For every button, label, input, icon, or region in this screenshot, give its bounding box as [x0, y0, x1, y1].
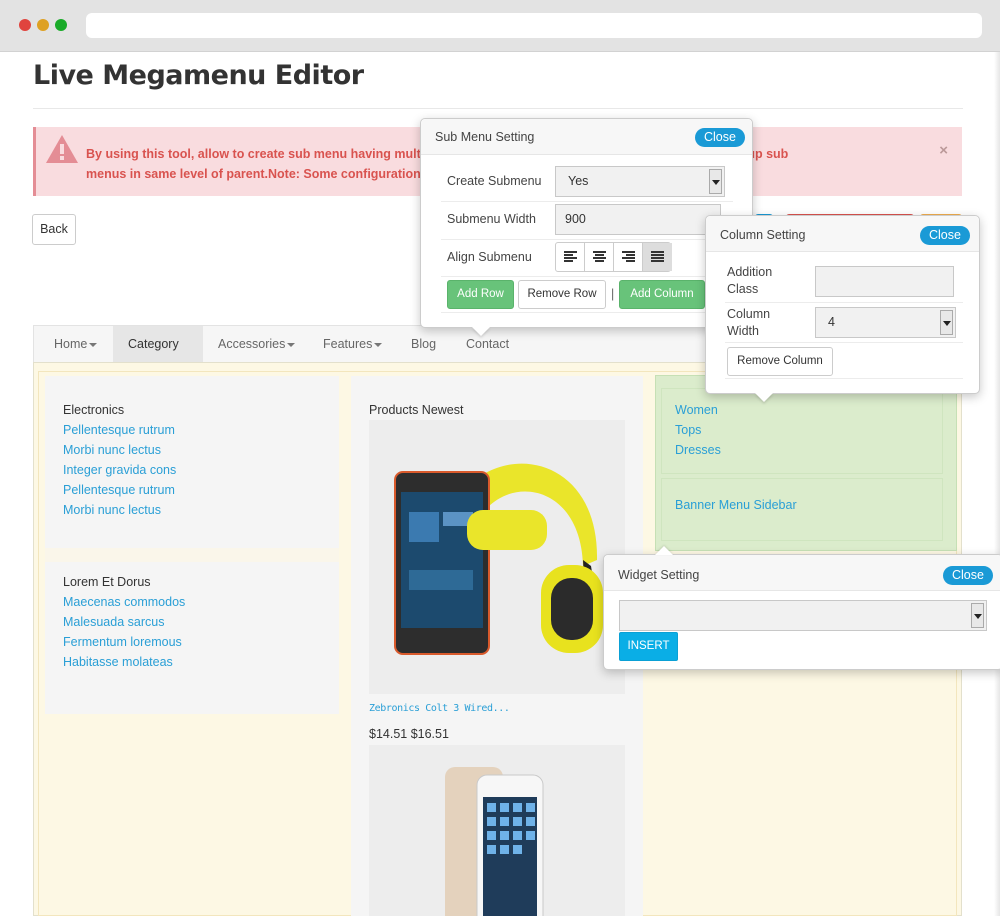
nav-label: Home	[54, 337, 88, 351]
nav-label: Category	[128, 337, 179, 351]
align-justify-icon[interactable]	[643, 243, 672, 271]
alert-line2: menus in same level of parent.Note: Some…	[86, 167, 421, 181]
row-divider	[441, 201, 733, 202]
select-value: Yes	[568, 174, 589, 188]
panel-title: Widget Setting	[618, 568, 700, 582]
window-edge	[994, 52, 1000, 916]
column-width-select[interactable]: 4	[815, 307, 956, 338]
widget-select[interactable]	[619, 600, 987, 631]
nav-item-category[interactable]: Category	[113, 326, 203, 383]
align-submenu-label: Align Submenu	[447, 250, 532, 264]
nav-label: Contact	[466, 337, 510, 351]
caret-down-icon	[374, 342, 383, 347]
row-divider	[725, 302, 963, 303]
panel-header: Sub Menu Setting Close	[421, 119, 752, 155]
menu-link[interactable]: Fermentum loremous	[63, 635, 182, 649]
popover-arrow	[472, 327, 490, 336]
product-price: $14.51 $16.51	[369, 727, 449, 741]
align-left-icon[interactable]	[556, 243, 585, 271]
addition-class-label: Addition Class	[727, 264, 772, 298]
menu-link[interactable]: Tops	[675, 423, 701, 437]
chevron-down-icon[interactable]	[709, 169, 722, 194]
row-divider	[725, 378, 963, 379]
label-line: Column	[727, 307, 771, 321]
browser-chrome	[0, 0, 1000, 52]
popover-arrow	[655, 546, 673, 555]
menu-link[interactable]: Integer gravida cons	[63, 463, 176, 477]
row-divider	[441, 276, 733, 277]
column-width-label: Column Width	[727, 306, 770, 340]
row-divider	[725, 342, 963, 343]
nav-item-blog[interactable]: Blog	[396, 326, 451, 362]
product-image-iphone[interactable]	[369, 745, 625, 916]
column-heading: Products Newest	[369, 403, 464, 417]
alert-line1: By using this tool, allow to create sub …	[86, 147, 421, 161]
close-button[interactable]: Close	[920, 226, 970, 245]
label-line: Class	[727, 282, 759, 296]
page-title: Live Megamenu Editor	[33, 60, 364, 91]
menu-link[interactable]: Pellentesque rutrum	[63, 423, 175, 437]
align-right-icon[interactable]	[614, 243, 643, 271]
insert-widget-button[interactable]: INSERT	[619, 632, 678, 661]
menu-link[interactable]: Dresses	[675, 443, 721, 457]
menu-link[interactable]: Morbi nunc lectus	[63, 503, 161, 517]
window-maximize-dot[interactable]	[55, 19, 67, 31]
create-submenu-select[interactable]: Yes	[555, 166, 725, 197]
select-value: 4	[828, 315, 835, 329]
window-close-dot[interactable]	[19, 19, 31, 31]
chevron-down-icon[interactable]	[971, 603, 984, 628]
nav-label: Accessories	[218, 337, 286, 351]
label-line: Width	[727, 324, 759, 338]
nav-item-features[interactable]: Features	[308, 326, 397, 362]
addition-class-input[interactable]	[815, 266, 954, 297]
create-submenu-label: Create Submenu	[447, 174, 542, 188]
submenu-width-label: Submenu Width	[447, 212, 536, 226]
menu-link[interactable]: Women	[675, 403, 718, 417]
banner-widget-link[interactable]: Banner Menu Sidebar	[675, 498, 797, 512]
add-column-button[interactable]: Add Column	[619, 280, 705, 309]
product-name-link[interactable]: Zebronics Colt 3 Wired...	[369, 703, 510, 714]
add-row-button[interactable]: Add Row	[447, 280, 514, 309]
panel-header: Widget Setting Close	[604, 555, 1000, 591]
row-divider	[441, 312, 733, 313]
address-bar[interactable]	[86, 13, 982, 38]
menu-link[interactable]: Maecenas commodos	[63, 595, 185, 609]
menu-link[interactable]: Morbi nunc lectus	[63, 443, 161, 457]
window-minimize-dot[interactable]	[37, 19, 49, 31]
nav-item-accessories[interactable]: Accessories	[203, 326, 310, 362]
alert-close-icon[interactable]: ×	[939, 142, 948, 159]
nav-label: Features	[323, 337, 373, 351]
menu-link[interactable]: Habitasse molateas	[63, 655, 173, 669]
panel-header: Column Setting Close	[706, 216, 979, 252]
group-heading: Lorem Et Dorus	[63, 575, 151, 589]
caret-down-icon	[287, 342, 296, 347]
remove-column-button[interactable]: Remove Column	[727, 347, 833, 376]
column-3-links-block[interactable]	[661, 388, 943, 474]
align-button-group	[555, 242, 672, 272]
back-button[interactable]: Back	[32, 214, 76, 245]
chevron-down-icon[interactable]	[940, 310, 953, 335]
remove-row-button[interactable]: Remove Row	[518, 280, 606, 309]
nav-item-home[interactable]: Home	[39, 326, 112, 362]
menu-link[interactable]: Malesuada sarcus	[63, 615, 164, 629]
warning-icon	[45, 133, 79, 165]
group-heading: Electronics	[63, 403, 125, 417]
close-button[interactable]: Close	[695, 128, 745, 147]
close-button[interactable]: Close	[943, 566, 993, 585]
submenu-width-input[interactable]: 900	[555, 204, 721, 235]
product-image-headphones-phone[interactable]	[369, 420, 625, 694]
row-divider	[441, 239, 733, 240]
menu-link[interactable]: Pellentesque rutrum	[63, 483, 175, 497]
panel-title: Column Setting	[720, 228, 806, 242]
popover-arrow	[755, 393, 773, 402]
nav-label: Blog	[411, 337, 437, 351]
panel-title: Sub Menu Setting	[435, 130, 535, 144]
label-line: Addition	[727, 265, 773, 279]
title-divider	[33, 108, 963, 109]
button-separator: |	[611, 287, 615, 301]
column-gap	[45, 548, 339, 562]
caret-down-icon	[89, 342, 98, 347]
align-center-icon[interactable]	[585, 243, 614, 271]
